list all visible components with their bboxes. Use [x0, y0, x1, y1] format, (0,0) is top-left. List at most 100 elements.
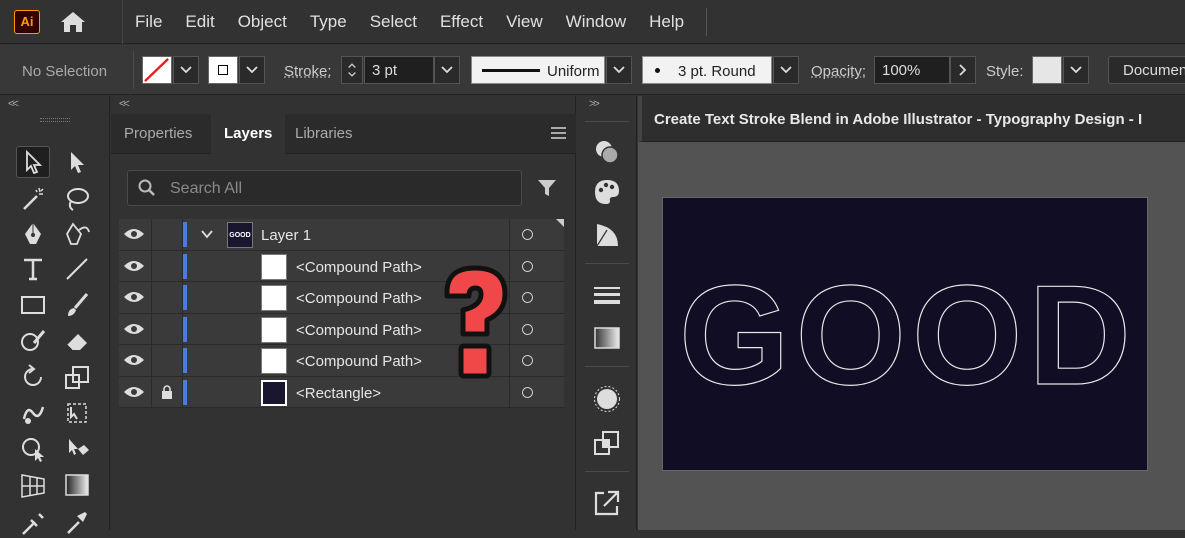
collapse-icon[interactable]: << [119, 98, 130, 110]
target-circle-icon[interactable] [522, 229, 533, 240]
layers-search[interactable]: Search All [127, 170, 522, 206]
target-cell[interactable] [509, 313, 564, 345]
tab-properties[interactable]: Properties [111, 114, 205, 154]
brush-select[interactable]: 3 pt. Round [642, 56, 772, 84]
stroke-weight-dropdown[interactable] [434, 56, 460, 84]
lock-icon[interactable] [161, 384, 173, 399]
artboard[interactable]: GOOD [662, 197, 1148, 471]
stroke-label[interactable]: Stroke: [284, 63, 332, 91]
fill-dropdown[interactable] [173, 56, 199, 84]
eye-icon[interactable] [123, 353, 145, 367]
line-segment-tool[interactable] [60, 253, 94, 285]
curvature-tool[interactable] [60, 218, 94, 250]
paintbrush-tool[interactable] [60, 289, 94, 321]
tab-layers[interactable]: Layers [211, 114, 286, 154]
lock-toggle[interactable] [151, 282, 183, 313]
target-cell[interactable] [509, 376, 564, 408]
menu-help[interactable]: Help [649, 12, 684, 32]
panel-menu-icon[interactable] [551, 127, 566, 142]
menu-object[interactable]: Object [238, 12, 287, 32]
stroke-weight-input[interactable]: 3 pt [364, 56, 434, 84]
menu-window[interactable]: Window [566, 12, 626, 32]
live-paint-bucket-tool[interactable] [60, 433, 94, 465]
target-cell[interactable] [509, 282, 564, 313]
layer-row[interactable]: GOOD Layer 1 [119, 219, 564, 251]
rectangle-tool[interactable] [16, 289, 50, 321]
stroke-panel-icon[interactable] [592, 280, 622, 310]
stroke-profile-select[interactable]: Uniform [471, 56, 605, 84]
target-circle-icon[interactable] [522, 323, 533, 335]
menu-effect[interactable]: Effect [440, 12, 483, 32]
transform-panel-icon[interactable] [592, 428, 622, 458]
target-cell[interactable] [509, 250, 564, 282]
type-tool[interactable] [16, 253, 50, 285]
shaper-tool[interactable] [16, 325, 50, 357]
stroke-color-dropdown[interactable] [239, 56, 265, 84]
stroke-profile-dropdown[interactable] [606, 56, 632, 84]
eye-icon[interactable] [123, 227, 145, 241]
expand-icon[interactable]: >> [589, 98, 600, 110]
eyedropper-tool[interactable] [60, 506, 94, 538]
eye-icon[interactable] [123, 385, 145, 399]
sublayer-name[interactable]: <Compound Path> [296, 259, 422, 276]
appearance-icon[interactable] [592, 137, 622, 167]
style-dropdown[interactable] [1063, 56, 1089, 84]
tab-libraries[interactable]: Libraries [282, 114, 366, 154]
document-tab[interactable]: Create Text Stroke Blend in Adobe Illust… [638, 96, 1185, 142]
color-palette-icon[interactable] [592, 177, 622, 207]
swatches-icon[interactable] [592, 220, 622, 250]
gradient-panel-icon[interactable] [592, 323, 622, 353]
target-cell[interactable] [509, 345, 564, 376]
menu-type[interactable]: Type [310, 12, 347, 32]
shape-builder-tool[interactable] [16, 433, 50, 465]
layer-name[interactable]: Layer 1 [261, 227, 311, 244]
transparency-icon[interactable] [592, 384, 622, 414]
eraser-tool[interactable] [60, 325, 94, 357]
sublayer-name[interactable]: <Compound Path> [296, 353, 422, 370]
warp-tool[interactable] [16, 397, 50, 429]
stroke-stepper[interactable] [341, 56, 363, 84]
menu-view[interactable]: View [506, 12, 543, 32]
eye-icon[interactable] [123, 290, 145, 304]
brush-dropdown[interactable] [773, 56, 799, 84]
menu-select[interactable]: Select [370, 12, 417, 32]
perspective-grid-tool[interactable] [16, 469, 50, 501]
lock-toggle[interactable] [151, 250, 183, 282]
target-circle-icon[interactable] [522, 292, 533, 303]
panel-grip[interactable] [40, 118, 70, 122]
opacity-label[interactable]: Opacity: [811, 63, 866, 91]
eye-icon[interactable] [123, 322, 145, 336]
mesh-tool[interactable] [16, 506, 50, 538]
document-setup-button[interactable]: Documen [1108, 56, 1185, 84]
eye-icon[interactable] [123, 259, 145, 273]
sublayer-name[interactable]: <Compound Path> [296, 290, 422, 307]
magic-wand-tool[interactable] [16, 183, 50, 215]
sublayer-name[interactable]: <Compound Path> [296, 322, 422, 339]
direct-selection-tool[interactable] [60, 146, 94, 178]
pen-tool[interactable] [16, 218, 50, 250]
target-circle-icon[interactable] [522, 386, 533, 398]
sublayer-name[interactable]: <Rectangle> [296, 385, 381, 402]
gradient-tool[interactable] [60, 469, 94, 501]
home-icon[interactable] [58, 10, 88, 34]
menu-edit[interactable]: Edit [185, 12, 214, 32]
selection-tool[interactable] [16, 146, 50, 178]
target-circle-icon[interactable] [522, 355, 533, 366]
chevron-down-icon[interactable] [201, 229, 213, 239]
target-circle-icon[interactable] [522, 260, 533, 272]
lasso-tool[interactable] [60, 183, 94, 215]
scale-tool[interactable] [60, 361, 94, 393]
opacity-input[interactable]: 100% [874, 56, 950, 84]
lock-toggle[interactable] [151, 376, 183, 408]
lock-toggle[interactable] [151, 313, 183, 345]
style-swatch[interactable] [1032, 56, 1062, 84]
free-transform-tool[interactable] [60, 397, 94, 429]
filter-icon[interactable] [537, 178, 557, 198]
lock-toggle[interactable] [151, 219, 183, 250]
stroke-swatch[interactable] [208, 56, 238, 84]
export-icon[interactable] [592, 488, 622, 518]
opacity-arrow-button[interactable] [950, 56, 976, 84]
collapse-icon[interactable]: << [8, 98, 19, 110]
rotate-tool[interactable] [16, 361, 50, 393]
fill-swatch[interactable] [142, 56, 172, 84]
